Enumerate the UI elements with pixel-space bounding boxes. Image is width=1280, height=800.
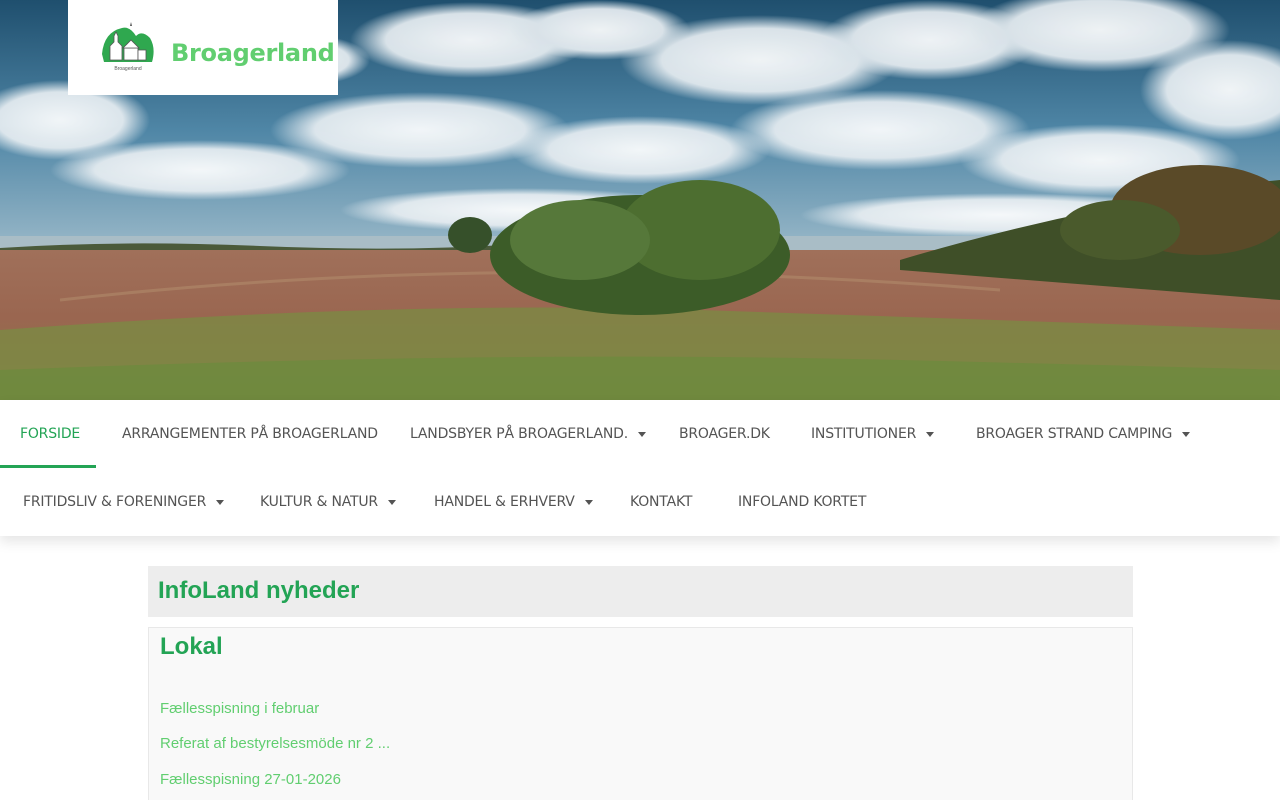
nav-label: ARRANGEMENTER PÅ BROAGERLAND	[122, 426, 378, 442]
logo-caption: Broagerland	[114, 66, 141, 72]
chevron-down-icon[interactable]	[637, 431, 646, 437]
news-link[interactable]: Fællesspisning i februar	[160, 700, 319, 717]
news-section-title: Lokal	[160, 633, 223, 660]
chevron-down-icon[interactable]	[926, 431, 935, 437]
nav-label: FRITIDSLIV & FORENINGER	[23, 494, 207, 510]
main-navigation: FORSIDE ARRANGEMENTER PÅ BROAGERLAND LAN…	[0, 400, 1280, 536]
chevron-down-icon[interactable]	[584, 499, 593, 505]
news-link[interactable]: Referat af bestyrelsesmöde nr 2 ...	[160, 735, 390, 752]
nav-item-broager-strand-camping[interactable]: BROAGER STRAND CAMPING	[976, 400, 1191, 468]
news-header: InfoLand nyheder	[148, 566, 1133, 617]
site-title[interactable]: Broagerland	[171, 39, 335, 67]
nav-label: BROAGER.DK	[679, 426, 770, 442]
logo-box[interactable]: Broagerland Broagerland	[68, 0, 338, 95]
nav-label: INSTITUTIONER	[811, 426, 917, 442]
church-logo-icon[interactable]: Broagerland	[100, 22, 156, 74]
nav-item-landsbyer[interactable]: LANDSBYER PÅ BROAGERLAND.	[410, 400, 646, 468]
nav-item-kultur-natur[interactable]: KULTUR & NATUR	[260, 468, 396, 536]
nav-item-handel-erhverv[interactable]: HANDEL & ERHVERV	[434, 468, 593, 536]
nav-item-fritidsliv[interactable]: FRITIDSLIV & FORENINGER	[23, 468, 225, 536]
news-heading: InfoLand nyheder	[158, 577, 360, 604]
hero-banner: Broagerland Broagerland	[0, 0, 1280, 400]
nav-item-infoland-kortet[interactable]: INFOLAND KORTET	[738, 468, 866, 536]
nav-row-2: FRITIDSLIV & FORENINGER KULTUR & NATUR H…	[0, 468, 1280, 536]
nav-label: FORSIDE	[20, 426, 81, 442]
news-link[interactable]: Fællesspisning 27-01-2026	[160, 771, 341, 788]
news-panel: Lokal Fællesspisning i februar Referat a…	[148, 627, 1133, 800]
chevron-down-icon[interactable]	[387, 499, 396, 505]
nav-item-institutioner[interactable]: INSTITUTIONER	[811, 400, 935, 468]
nav-item-kontakt[interactable]: KONTAKT	[630, 468, 692, 536]
nav-item-arrangementer[interactable]: ARRANGEMENTER PÅ BROAGERLAND	[122, 400, 378, 468]
nav-label: KONTAKT	[630, 494, 693, 510]
nav-item-broager-dk[interactable]: BROAGER.DK	[679, 400, 770, 468]
chevron-down-icon[interactable]	[216, 499, 225, 505]
chevron-down-icon[interactable]	[1182, 431, 1191, 437]
nav-label: HANDEL & ERHVERV	[434, 494, 575, 510]
nav-label: BROAGER STRAND CAMPING	[976, 426, 1173, 442]
nav-label: KULTUR & NATUR	[260, 494, 378, 510]
nav-label: INFOLAND KORTET	[738, 494, 867, 510]
nav-item-forside[interactable]: FORSIDE	[0, 400, 96, 468]
nav-label: LANDSBYER PÅ BROAGERLAND.	[410, 426, 628, 442]
nav-row-1: FORSIDE ARRANGEMENTER PÅ BROAGERLAND LAN…	[0, 400, 1280, 468]
